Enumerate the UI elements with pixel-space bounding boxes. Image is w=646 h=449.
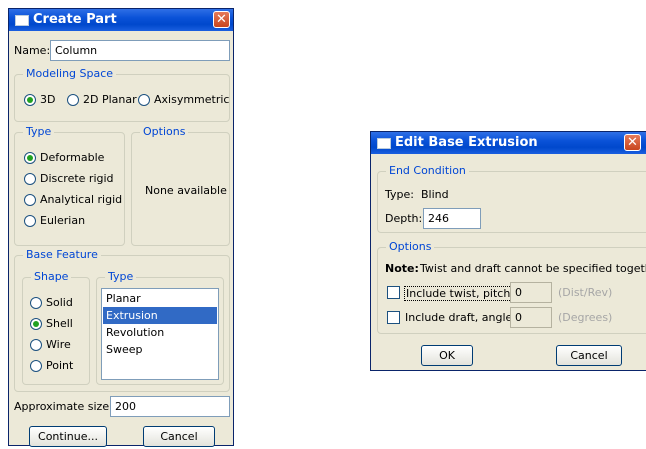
- end-condition-title: End Condition: [386, 164, 469, 177]
- radio-shell-label: Shell: [46, 317, 73, 330]
- end-type-label: Type:: [385, 188, 414, 201]
- radio-point-label: Point: [46, 359, 74, 372]
- draft-unit: (Degrees): [558, 311, 613, 324]
- radio-deformable-label: Deformable: [40, 151, 105, 164]
- close-icon: ✕: [627, 135, 638, 150]
- approx-size-field[interactable]: 200: [110, 396, 230, 417]
- create-part-titlebar[interactable]: Create Part ✕: [9, 9, 233, 31]
- radio-discrete-rigid-label: Discrete rigid: [40, 172, 114, 185]
- approx-size-label: Approximate size:: [14, 400, 113, 413]
- radio-solid[interactable]: [30, 297, 42, 309]
- options-group: Options Note: Twist and draft cannot be …: [377, 240, 646, 334]
- cancel-button[interactable]: Cancel: [143, 426, 215, 447]
- shape-group: Shape Solid Shell Wire Point: [22, 270, 90, 385]
- radio-solid-label: Solid: [46, 296, 73, 309]
- list-item-extrusion[interactable]: Extrusion: [103, 307, 217, 324]
- options-group: Options None available: [131, 125, 230, 246]
- list-item-sweep[interactable]: Sweep: [103, 341, 217, 358]
- radio-wire[interactable]: [30, 339, 42, 351]
- radio-eulerian[interactable]: [24, 215, 36, 227]
- list-item-planar[interactable]: Planar: [103, 290, 217, 307]
- radio-deformable[interactable]: [24, 152, 36, 164]
- base-feature-title: Base Feature: [23, 248, 101, 261]
- modeling-space-title: Modeling Space: [23, 67, 117, 80]
- close-icon: ✕: [216, 12, 227, 27]
- ok-button[interactable]: OK: [421, 345, 473, 366]
- options-title: Options: [386, 240, 435, 253]
- draft-field[interactable]: 0: [510, 307, 552, 328]
- radio-wire-label: Wire: [46, 338, 71, 351]
- radio-analytical-rigid[interactable]: [24, 194, 36, 206]
- radio-2d-planar[interactable]: [67, 94, 79, 106]
- close-button[interactable]: ✕: [213, 11, 230, 28]
- cancel-button[interactable]: Cancel: [556, 345, 622, 366]
- radio-3d-label: 3D: [40, 93, 56, 106]
- edit-extrusion-dialog: Edit Base Extrusion ✕ End Condition Type…: [370, 131, 646, 371]
- create-part-dialog: Create Part ✕ Name: Column Modeling Spac…: [8, 8, 234, 447]
- modeling-space-group: Modeling Space 3D 2D Planar Axisymmetric: [14, 67, 230, 122]
- continue-button[interactable]: Continue...: [29, 426, 107, 447]
- close-button[interactable]: ✕: [624, 134, 641, 151]
- twist-checkbox[interactable]: [387, 286, 400, 299]
- radio-shell[interactable]: [30, 318, 42, 330]
- feature-type-list[interactable]: Planar Extrusion Revolution Sweep: [101, 288, 219, 380]
- radio-2d-planar-label: 2D Planar: [83, 93, 137, 106]
- radio-3d[interactable]: [24, 94, 36, 106]
- note-bold: Note:: [385, 262, 419, 275]
- name-label: Name:: [14, 44, 51, 57]
- radio-point[interactable]: [30, 360, 42, 372]
- twist-unit: (Dist/Rev): [558, 286, 613, 299]
- depth-label: Depth:: [385, 212, 423, 225]
- draft-checkbox[interactable]: [387, 311, 400, 324]
- feature-type-title: Type: [105, 270, 137, 283]
- radio-eulerian-label: Eulerian: [40, 214, 86, 227]
- name-field[interactable]: Column: [50, 40, 230, 61]
- base-feature-group: Base Feature Shape Solid Shell Wire Poin…: [14, 248, 230, 392]
- feature-type-group: Type Planar Extrusion Revolution Sweep: [96, 270, 224, 385]
- options-title: Options: [140, 125, 189, 138]
- list-item-revolution[interactable]: Revolution: [103, 324, 217, 341]
- radio-analytical-rigid-label: Analytical rigid: [40, 193, 123, 206]
- type-group: Type Deformable Discrete rigid Analytica…: [14, 125, 125, 246]
- depth-field[interactable]: 246: [423, 208, 481, 229]
- edit-extrusion-title: Edit Base Extrusion: [395, 135, 538, 150]
- shape-title: Shape: [31, 270, 72, 283]
- edit-extrusion-titlebar[interactable]: Edit Base Extrusion ✕: [371, 132, 646, 154]
- radio-discrete-rigid[interactable]: [24, 173, 36, 185]
- options-none-text: None available: [145, 184, 227, 197]
- note-text: Twist and draft cannot be specified toge…: [420, 262, 646, 275]
- radio-axisymmetric[interactable]: [138, 94, 150, 106]
- radio-axisymmetric-label: Axisymmetric: [154, 93, 230, 106]
- window-icon: [377, 138, 391, 149]
- draft-label: Include draft, angle:: [405, 311, 516, 324]
- type-title: Type: [23, 125, 55, 138]
- create-part-title: Create Part: [33, 12, 117, 27]
- end-type-value: Blind: [421, 188, 449, 201]
- end-condition-group: End Condition Type: Blind Depth: 246: [377, 164, 646, 233]
- twist-field[interactable]: 0: [510, 282, 552, 303]
- twist-label: Include twist, pitch:: [404, 286, 517, 301]
- window-icon: [15, 15, 29, 26]
